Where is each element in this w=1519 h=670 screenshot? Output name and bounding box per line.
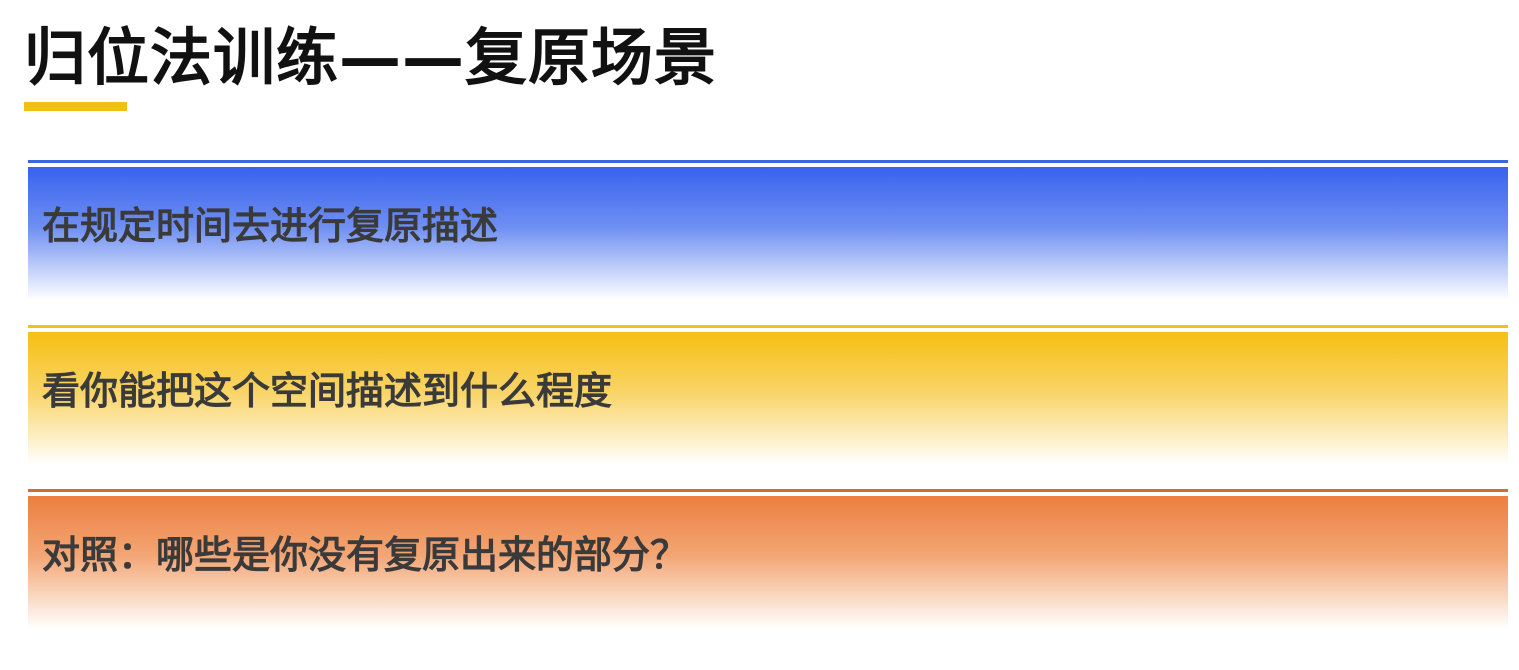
step-band-1: 在规定时间去进行复原描述 [28,160,1508,300]
step-band-1-text: 在规定时间去进行复原描述 [42,204,499,248]
title-underline [24,102,127,111]
step-band-2-text: 看你能把这个空间描述到什么程度 [42,369,613,413]
step-band-3: 对照：哪些是你没有复原出来的部分？ [28,489,1508,629]
step-band-1-rule [28,160,1508,163]
step-band-3-text: 对照：哪些是你没有复原出来的部分？ [42,533,689,577]
step-band-3-rule [28,489,1508,492]
slide: 归位法训练——复原场景 在规定时间去进行复原描述 看你能把这个空间描述到什么程度… [0,0,1519,670]
step-band-2: 看你能把这个空间描述到什么程度 [28,325,1508,465]
slide-title: 归位法训练——复原场景 [24,21,718,94]
step-band-2-rule [28,325,1508,328]
